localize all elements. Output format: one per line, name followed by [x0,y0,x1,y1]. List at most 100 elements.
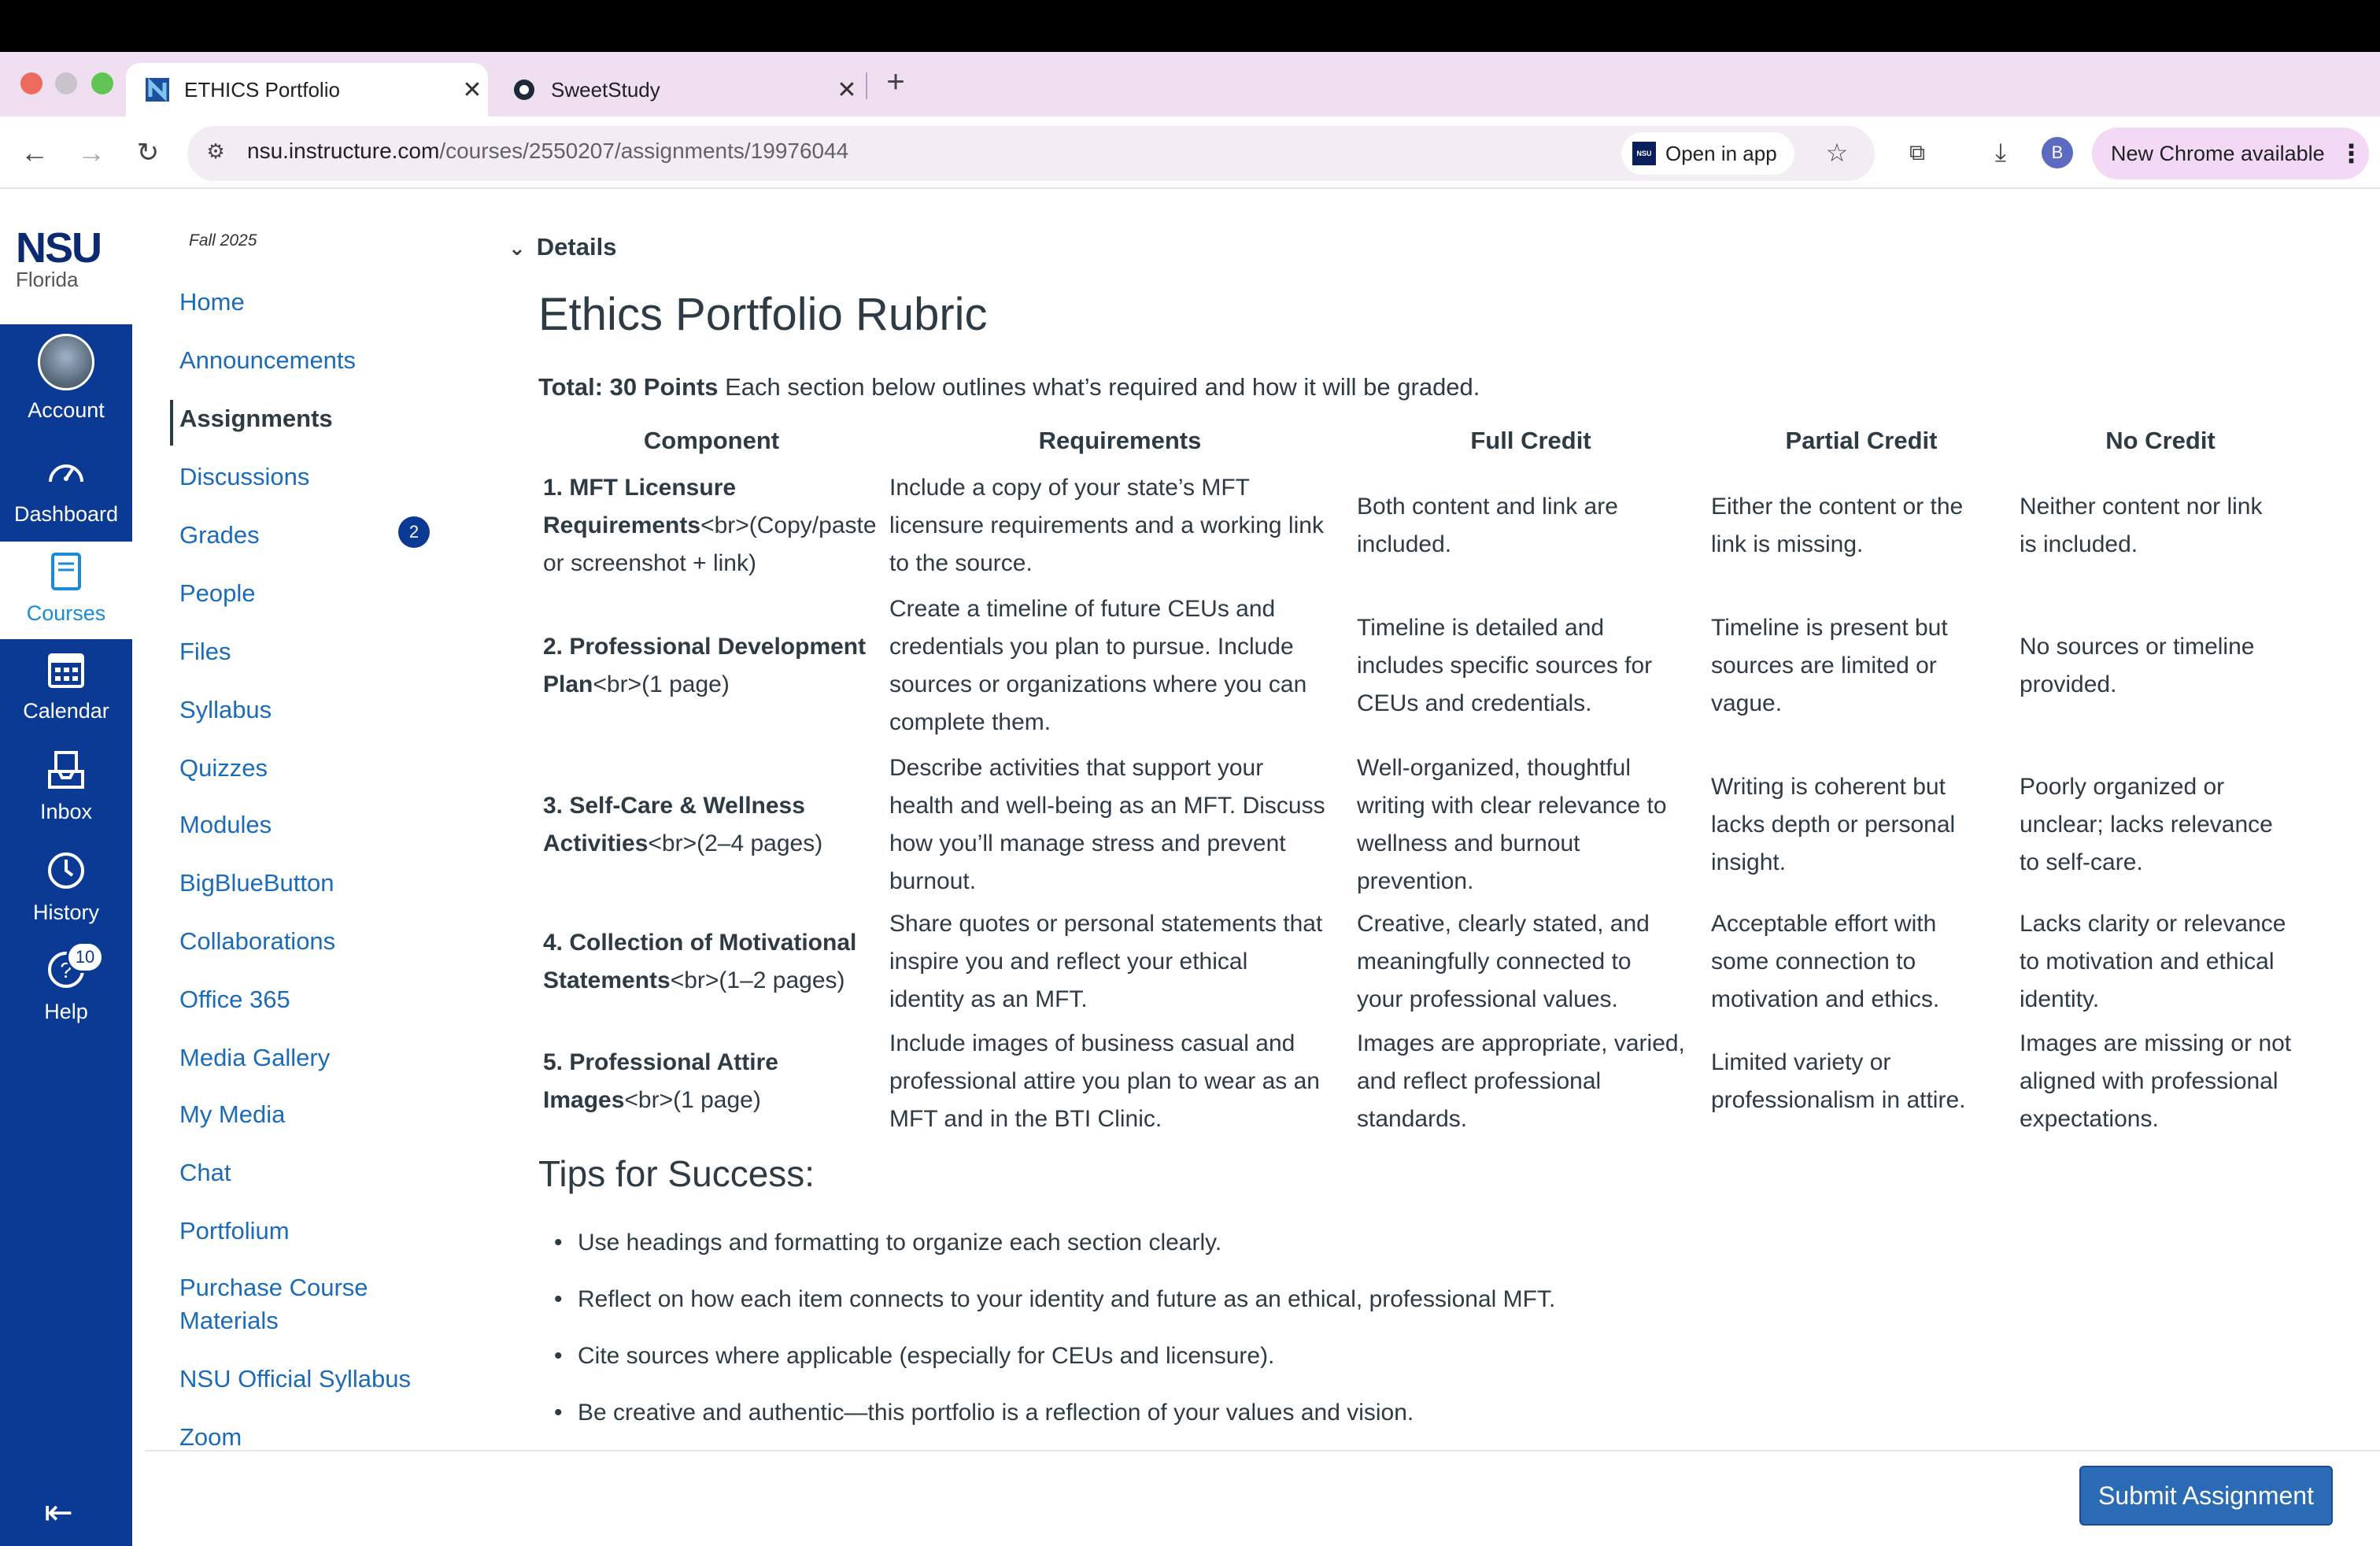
rubric-cell-full: Images are appropriate, varied, and refle… [1357,1025,1685,1138]
rubric-cell-line: to motivation and ethical [2020,949,2275,975]
nsu-logo[interactable]: NSU Florida [0,189,132,324]
new-tab-button[interactable]: + [880,65,911,100]
tab-sweetstudy[interactable]: SweetStudy ✕ [493,63,863,117]
total-points-text: Total: 30 Points Each section below outl… [538,373,1480,401]
rubric-cell-line: how you’ll manage stress and prevent [889,830,1286,856]
rubric-cell-line: identity as an MFT. [889,986,1088,1012]
rubric-cell-component: 3. Self-Care & Wellness Activities<br>(2–… [543,787,822,863]
course-nav-modules[interactable]: Modules [179,811,272,839]
open-in-app-button[interactable]: NSU Open in app [1621,132,1794,175]
rubric-cell-full: Both content and link are included. [1357,488,1618,564]
minimize-window-button[interactable] [55,72,77,94]
collapse-nav-icon[interactable]: ⇤ [44,1492,73,1533]
column-header-partial-credit: Partial Credit [1785,427,1938,454]
rubric-cell-line: meaningfully connected to [1357,949,1632,975]
course-nav-assignments[interactable]: Assignments [179,405,333,433]
footer-divider [145,1450,2380,1452]
rubric-cell-line: to the source. [889,550,1033,576]
submit-assignment-button[interactable]: Submit Assignment [2079,1466,2333,1526]
global-nav-label: Dashboard [13,502,119,526]
course-nav-quizzes[interactable]: Quizzes [179,754,268,782]
site-info-icon[interactable]: ⚙ [198,134,233,168]
global-nav-courses[interactable]: Courses [0,542,132,639]
course-nav-nsu-official-syllabus[interactable]: NSU Official Syllabus [179,1365,411,1393]
course-nav-files[interactable]: Files [179,638,231,666]
rubric-cell-line: sources are limited or [1711,653,1937,679]
component-title-cont: Requirements [543,512,701,538]
reload-button[interactable]: ↻ [128,132,168,173]
open-in-app-label: Open in app [1665,141,1777,165]
component-page-note: <br>(1 page) [624,1087,761,1113]
maximize-window-button[interactable] [91,72,113,94]
tab-ethics-portfolio[interactable]: ETHICS Portfolio ✕ [126,63,488,117]
global-nav-label: Account [28,398,105,422]
new-chrome-available-button[interactable]: New Chrome available ⋮ [2092,128,2369,179]
rubric-cell-partial: Acceptable effort with some connection to… [1711,905,1939,1019]
profile-avatar[interactable]: B [2042,137,2073,168]
back-button[interactable]: ← [14,132,55,173]
course-nav-announcements[interactable]: Announcements [179,346,356,375]
details-toggle[interactable]: ⌄ Details [508,233,616,261]
total-points-bold: Total: 30 Points [538,373,719,401]
rubric-cell-line: CEUs and credentials. [1357,690,1592,716]
calendar-icon [44,649,88,693]
rubric-cell-line: lacks depth or personal [1711,812,1956,838]
course-nav-media-gallery[interactable]: Media Gallery [179,1044,330,1072]
global-nav-account[interactable]: Account [0,334,132,423]
url-path: /courses/2550207/assignments/19976044 [439,139,849,163]
bookmark-star-icon[interactable]: ☆ [1820,135,1854,170]
course-nav-portfolium[interactable]: Portfolium [179,1217,290,1245]
course-nav-purchase-course-materials[interactable]: Purchase Course [179,1274,368,1302]
rubric-cell-line: Describe activities that support your [889,755,1264,781]
column-header-requirements: Requirements [1038,427,1202,454]
rubric-cell-line: vague. [1711,690,1783,716]
close-tab-icon[interactable]: ✕ [831,76,863,104]
rubric-cell-line: insight. [1711,849,1787,875]
global-nav-inbox[interactable]: Inbox [0,749,132,824]
close-window-button[interactable] [20,72,42,94]
course-nav-home[interactable]: Home [179,288,245,316]
rubric-cell-line: Neither content nor link [2020,494,2263,520]
rubric-cell-line: provided. [2020,671,2117,697]
screen: ETHICS Portfolio ✕ SweetStudy ✕ + ← → ↻ … [0,0,2380,1546]
close-tab-icon[interactable]: ✕ [456,76,488,104]
rubric-cell-component: 5. Professional Attire Images<br>(1 page) [543,1044,778,1119]
search-tab-icon[interactable]: ⧉ [1900,135,1935,170]
rubric-cell-line: Creative, clearly stated, and [1357,911,1650,937]
rubric-cell-line: inspire you and reflect your ethical [889,949,1248,975]
rubric-cell-line: Images are missing or not [2020,1030,2292,1056]
rubric-cell-none: Poorly organized or unclear; lacks releva… [2020,768,2273,882]
component-subline: Images<br>(1 page) [543,1082,778,1119]
dashboard-icon [44,452,88,496]
component-title-cont: Statements [543,967,671,993]
course-nav-grades[interactable]: Grades [179,521,260,549]
course-nav-bigbluebutton[interactable]: BigBlueButton [179,869,334,897]
course-nav-collaborations[interactable]: Collaborations [179,927,335,956]
rubric-cell-line: MFT and in the BTI Clinic. [889,1106,1162,1132]
course-nav-syllabus[interactable]: Syllabus [179,696,272,724]
course-nav-office-365[interactable]: Office 365 [179,986,290,1014]
rubric-cell-none: No sources or timeline provided. [2020,628,2254,704]
global-nav-label: Courses [26,601,106,625]
course-nav-my-media[interactable]: My Media [179,1100,285,1129]
global-nav-history[interactable]: History [0,850,132,925]
rubric-cell-line: Timeline is detailed and [1357,615,1605,641]
course-nav-discussions[interactable]: Discussions [179,463,309,491]
rubric-cell-line: Poorly organized or [2020,774,2225,800]
url-text[interactable]: nsu.instructure.com/courses/2550207/assi… [247,139,848,164]
course-nav-zoom[interactable]: Zoom [179,1423,242,1452]
course-nav-people[interactable]: People [179,579,256,608]
global-nav-calendar[interactable]: Calendar [0,649,132,723]
forward-button[interactable]: → [71,132,112,173]
download-icon[interactable]: ⤓ [1983,135,2018,170]
course-nav-purchase-course-materials-line2[interactable]: Materials [179,1307,279,1335]
canvas-favicon-icon [145,77,170,102]
rubric-cell-line: expectations. [2020,1106,2159,1132]
rubric-cell-partial: Limited variety or professionalism in att… [1711,1044,1965,1119]
global-nav-dashboard[interactable]: Dashboard [0,452,132,527]
more-menu-icon[interactable]: ⋮ [2339,139,2364,168]
component-page-note: <br>(1–2 pages) [670,967,845,993]
component-title-cont: Activities [543,830,649,856]
rubric-cell-line: professionalism in attire. [1711,1087,1966,1113]
course-nav-chat[interactable]: Chat [179,1159,231,1187]
